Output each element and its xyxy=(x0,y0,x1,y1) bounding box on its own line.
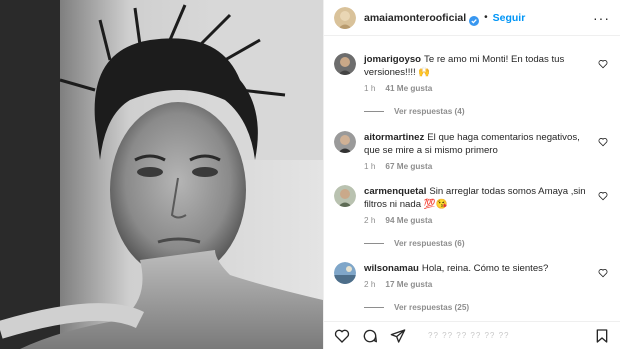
replies-divider xyxy=(364,111,384,112)
replies-divider xyxy=(364,243,384,244)
comment-item: wilsonamau Hola, reina. Cómo te sientes? … xyxy=(324,262,620,312)
comment-meta: 1 h 67 Me gusta xyxy=(364,162,610,171)
comment-like-heart-icon[interactable] xyxy=(598,56,608,69)
comment-text-block: jomarigoyso Te re amo mi Monti! En todas … xyxy=(364,53,610,79)
comment-text-block: carmenquetal Sin arreglar todas somos Ama… xyxy=(364,185,610,211)
comment-username[interactable]: aitormartinez xyxy=(364,132,424,143)
comment-item: jomarigoyso Te re amo mi Monti! En todas … xyxy=(324,53,620,116)
portrait-photo xyxy=(0,0,323,349)
replies-divider xyxy=(364,307,384,308)
comment-meta: 2 h 94 Me gusta xyxy=(364,216,610,225)
post-photo xyxy=(0,0,323,349)
heart-icon[interactable] xyxy=(334,328,350,344)
comment-like-heart-icon[interactable] xyxy=(598,188,608,201)
comment-likes[interactable]: 94 Me gusta xyxy=(385,216,432,225)
header-separator: • xyxy=(484,12,488,23)
commenter-avatar[interactable] xyxy=(334,185,356,207)
follow-button[interactable]: Seguir xyxy=(493,12,526,24)
comment-time: 1 h xyxy=(364,84,376,93)
view-replies-label[interactable]: Ver respuestas (4) xyxy=(394,107,465,116)
comment-username[interactable]: jomarigoyso xyxy=(364,54,421,65)
post-header: amaiamonterooficial • Seguir ··· xyxy=(324,0,620,36)
comment-like-heart-icon[interactable] xyxy=(598,134,608,147)
comment-like-heart-icon[interactable] xyxy=(598,265,608,278)
view-replies-label[interactable]: Ver respuestas (25) xyxy=(394,303,469,312)
comment-text-block: wilsonamau Hola, reina. Cómo te sientes? xyxy=(364,262,610,275)
comment-likes[interactable]: 41 Me gusta xyxy=(385,84,432,93)
comments-list: jomarigoyso Te re amo mi Monti! En todas … xyxy=(324,37,620,321)
more-options-icon[interactable]: ··· xyxy=(593,10,610,26)
comment-time: 1 h xyxy=(364,162,376,171)
comment-meta: 1 h 41 Me gusta xyxy=(364,84,610,93)
comment-item: aitormartinez El que haga comentarios neg… xyxy=(324,131,620,171)
comment-likes[interactable]: 67 Me gusta xyxy=(385,162,432,171)
comment-meta: 2 h 17 Me gusta xyxy=(364,280,610,289)
comment-likes[interactable]: 17 Me gusta xyxy=(385,280,432,289)
author-username[interactable]: amaiamonterooficial xyxy=(364,12,466,24)
comment-time: 2 h xyxy=(364,280,376,289)
author-avatar[interactable] xyxy=(334,6,356,29)
post-side-panel: amaiamonterooficial • Seguir ··· jomarig… xyxy=(323,0,620,349)
commenter-avatar[interactable] xyxy=(334,131,356,153)
comment-icon[interactable] xyxy=(362,328,378,344)
comment-text-block: aitormartinez El que haga comentarios neg… xyxy=(364,131,610,157)
commenter-avatar[interactable] xyxy=(334,53,356,75)
verified-badge-icon xyxy=(469,13,480,26)
comment-username[interactable]: wilsonamau xyxy=(364,263,419,274)
view-replies-button[interactable]: Ver respuestas (6) xyxy=(364,239,610,248)
comment-time: 2 h xyxy=(364,216,376,225)
liked-by-teaser: ?? ?? ?? ?? ?? ?? xyxy=(428,331,510,340)
share-icon[interactable] xyxy=(390,328,406,344)
comment-username[interactable]: carmenquetal xyxy=(364,186,426,197)
view-replies-button[interactable]: Ver respuestas (25) xyxy=(364,303,610,312)
view-replies-label[interactable]: Ver respuestas (6) xyxy=(394,239,465,248)
bookmark-icon[interactable] xyxy=(594,328,610,344)
comment-item: carmenquetal Sin arreglar todas somos Ama… xyxy=(324,185,620,248)
comment-body: Hola, reina. Cómo te sientes? xyxy=(421,263,549,274)
view-replies-button[interactable]: Ver respuestas (4) xyxy=(364,107,610,116)
post-actions-bar: ?? ?? ?? ?? ?? ?? xyxy=(324,321,620,349)
commenter-avatar[interactable] xyxy=(334,262,356,284)
